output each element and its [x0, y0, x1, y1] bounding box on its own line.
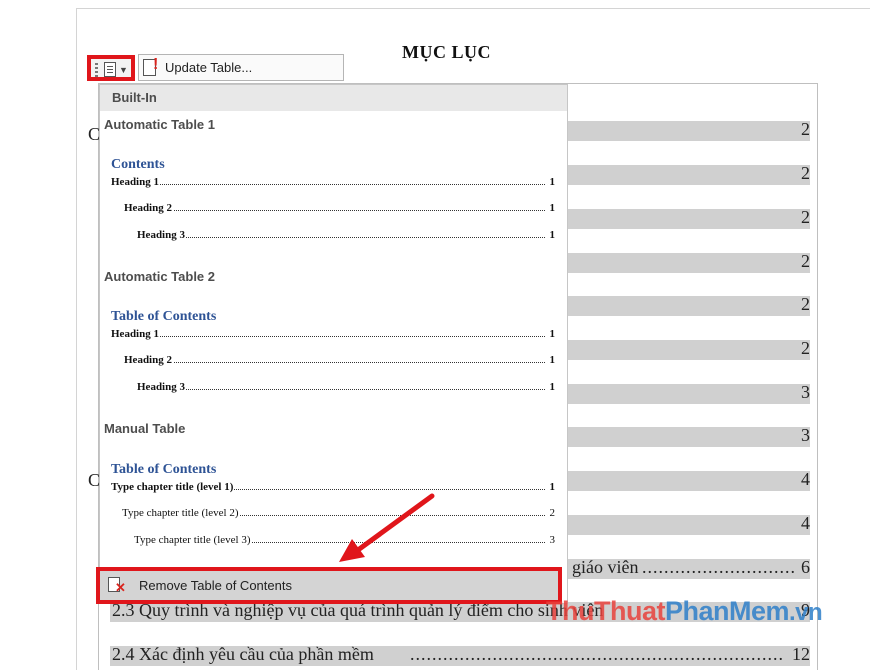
menu-header: Built-In: [100, 85, 567, 111]
gallery-row: Type chapter title (level 3) 3: [134, 534, 555, 546]
delete-icon: ✕: [115, 580, 126, 595]
update-table-button[interactable]: ! Update Table...: [138, 54, 344, 81]
gallery-row: Heading 21: [124, 202, 555, 214]
toc-line[interactable]: 2.4 Xác định yêu cầu của phần mềm ......…: [110, 644, 810, 666]
remove-table-of-contents-item[interactable]: ✕ Remove Table of Contents: [96, 567, 562, 604]
gallery-row: Heading 31: [137, 229, 555, 241]
gallery-row: Heading 31: [137, 381, 555, 393]
watermark: ThuThuatPhanMem.vn: [546, 596, 823, 626]
warning-icon: !: [153, 56, 159, 73]
section-title: Manual Table: [104, 421, 186, 436]
document-title: MỤC LỤC: [402, 42, 491, 62]
gallery-row: Heading 11: [111, 176, 555, 188]
table-of-contents-button[interactable]: ▼: [87, 55, 135, 81]
chevron-down-icon: ▼: [119, 65, 128, 75]
gallery-row: Heading 21: [124, 354, 555, 366]
document-icon: [104, 62, 116, 77]
section-title: Automatic Table 1: [104, 117, 216, 132]
gallery-row: Type chapter title (level 1) 1: [111, 481, 555, 493]
gallery-row: Heading 11: [111, 328, 555, 340]
section-title: Automatic Table 2: [104, 269, 216, 284]
grip-icon: [95, 63, 98, 77]
gallery-row: Type chapter title (level 2) 2: [122, 507, 555, 519]
toc-dropdown-menu: Built-In Automatic Table 1 Contents Head…: [99, 84, 568, 604]
